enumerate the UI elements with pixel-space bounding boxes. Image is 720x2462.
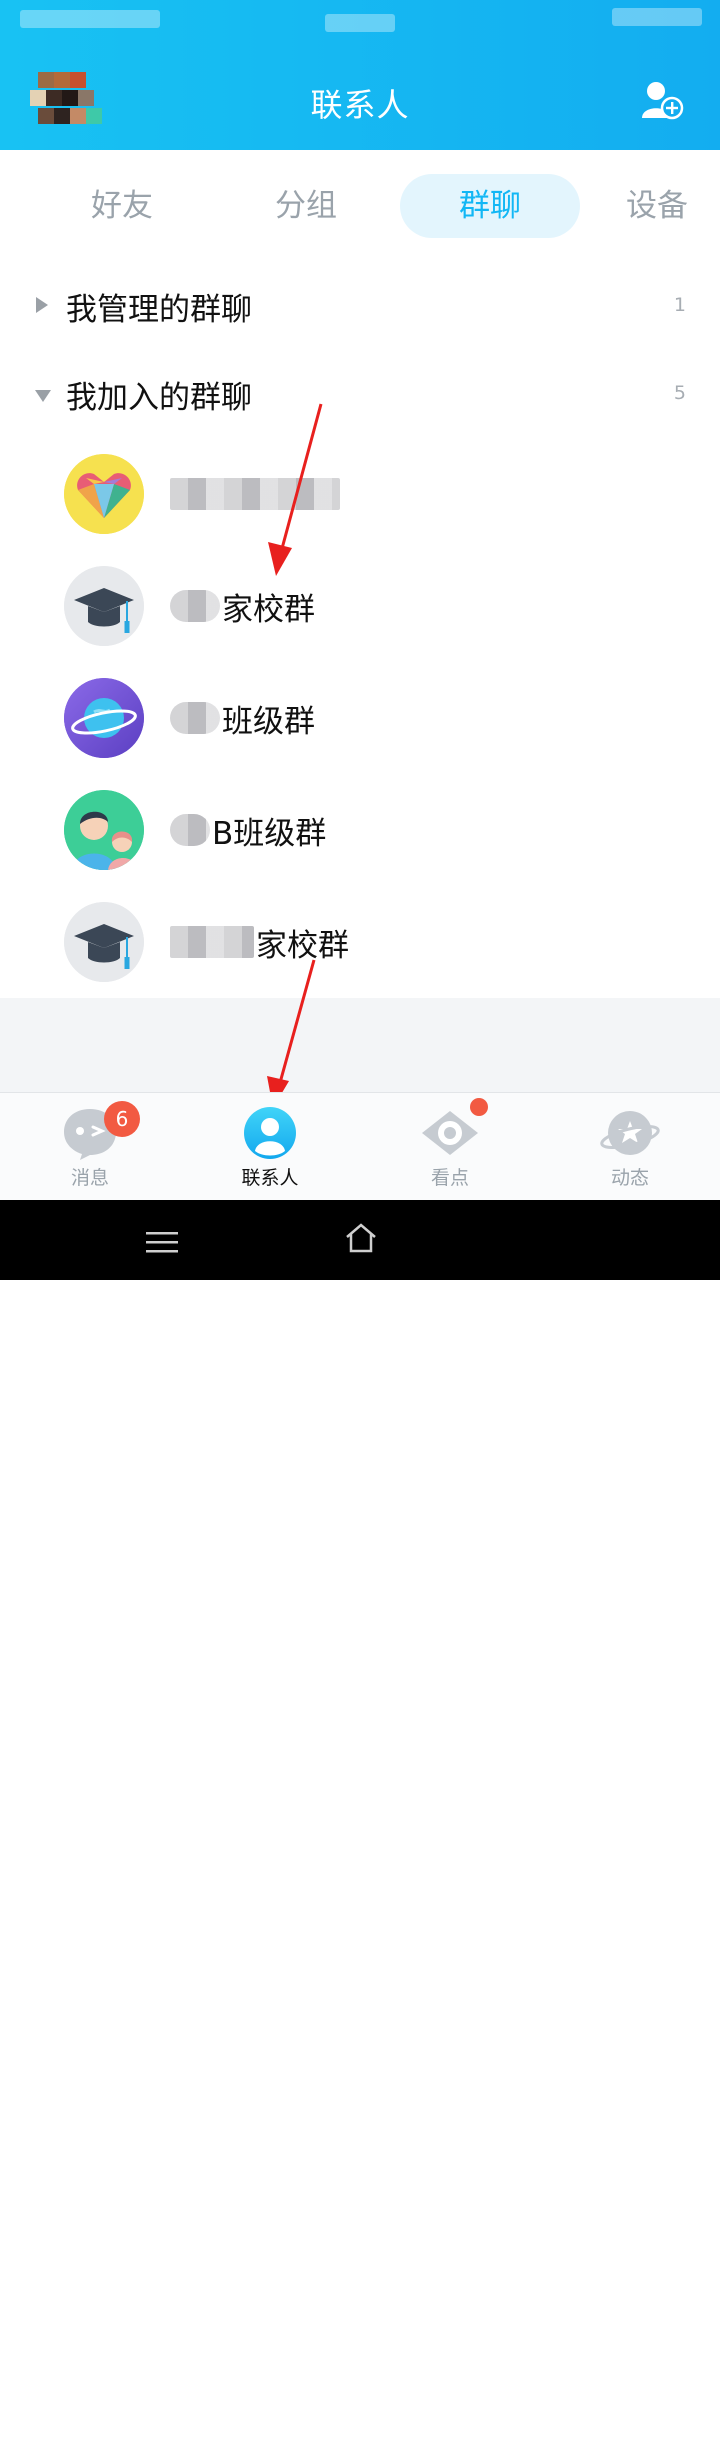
- tab-groups-category[interactable]: 分组: [246, 174, 366, 238]
- page-title: 联系人: [310, 86, 410, 124]
- section-joined-groups[interactable]: 我加入的群聊 5: [0, 364, 720, 424]
- nav-label: 消息: [70, 1167, 109, 1189]
- group-row[interactable]: 班级群: [0, 662, 720, 774]
- new-content-dot: [470, 1098, 488, 1116]
- group-row[interactable]: [0, 438, 720, 550]
- home-icon[interactable]: [344, 1222, 378, 1254]
- tab-group-chats[interactable]: 群聊: [400, 174, 580, 238]
- section-count: 5: [673, 382, 686, 404]
- group-name: 家校群: [170, 582, 315, 630]
- parents-icon: [64, 790, 144, 870]
- nav-label: 联系人: [241, 1167, 299, 1189]
- section-count: 1: [673, 294, 686, 316]
- nav-highlights[interactable]: 看点: [360, 1093, 540, 1201]
- tab-devices[interactable]: 设备: [626, 174, 720, 238]
- star-planet-icon: [600, 1111, 660, 1155]
- nav-messages[interactable]: 6 消息: [0, 1093, 180, 1201]
- section-label: 我管理的群聊: [66, 292, 252, 328]
- section-label: 我加入的群聊: [66, 380, 252, 416]
- tab-friends[interactable]: 好友: [62, 174, 182, 238]
- menu-icon[interactable]: [146, 1230, 178, 1254]
- triangle-right-icon: [36, 297, 48, 313]
- nav-contacts[interactable]: 联系人: [180, 1093, 360, 1201]
- section-managed-groups[interactable]: 我管理的群聊 1: [0, 276, 720, 336]
- heart-gem-icon: [64, 454, 144, 534]
- status-bar: [0, 0, 720, 40]
- group-name: B班级群: [170, 806, 326, 854]
- header-bar: 联系人: [0, 0, 720, 150]
- nav-label: 看点: [430, 1167, 469, 1189]
- add-contact-icon[interactable]: [640, 80, 684, 120]
- segment-tabs: 好友 分组 群聊 设备: [0, 150, 720, 260]
- graduation-cap-icon: [64, 566, 144, 646]
- nav-label: 动态: [610, 1167, 649, 1189]
- bottom-nav: 6 消息 联系人 看点 动态: [0, 1092, 720, 1201]
- watermark: Bai度经验 jingyan.baidu.com: [548, 2420, 668, 2462]
- group-row[interactable]: 家校群: [0, 886, 720, 998]
- group-name: 班级群: [170, 694, 315, 742]
- system-nav-bar: Bai度经验 jingyan.baidu.com: [0, 1200, 720, 2462]
- triangle-down-icon: [35, 390, 51, 402]
- group-name: 家校群: [170, 918, 349, 966]
- eye-icon: [422, 1111, 478, 1155]
- group-row[interactable]: 家校群: [0, 550, 720, 662]
- graduation-cap-icon: [64, 902, 144, 982]
- group-name: [170, 470, 342, 518]
- unread-badge: 6: [104, 1101, 140, 1137]
- list-footer-space: [0, 998, 720, 1092]
- group-row[interactable]: B班级群: [0, 774, 720, 886]
- nav-feed[interactable]: 动态: [540, 1093, 720, 1201]
- contacts-icon: [244, 1107, 296, 1159]
- planet-icon: [64, 678, 144, 758]
